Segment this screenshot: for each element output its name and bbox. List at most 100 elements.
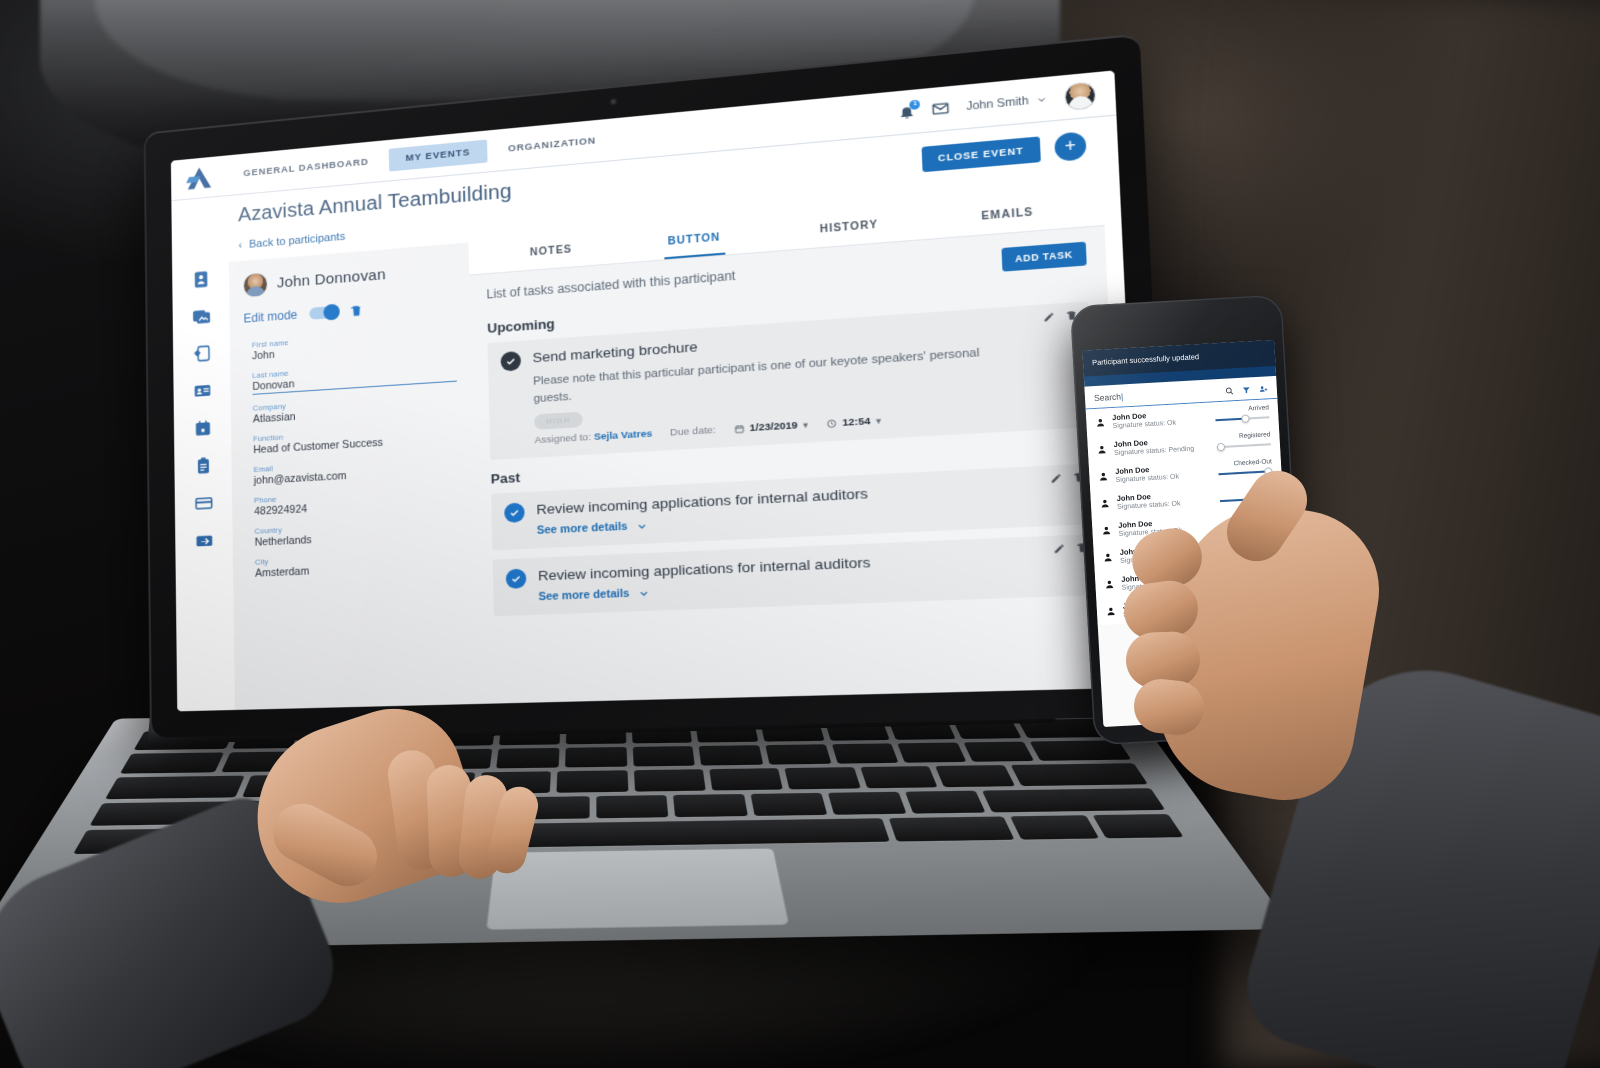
slider-knob[interactable]	[1217, 442, 1226, 452]
key[interactable]	[73, 828, 166, 855]
azavista-logo-icon[interactable]	[171, 163, 228, 193]
key[interactable]	[935, 765, 1015, 787]
mail-icon[interactable]	[932, 100, 950, 117]
key[interactable]	[274, 799, 355, 823]
key[interactable]	[160, 827, 251, 853]
status-slider[interactable]	[1216, 440, 1271, 452]
nav-tab-my-events[interactable]: MY EVENTS	[388, 139, 488, 172]
task-complete-checkbox[interactable]	[500, 350, 522, 372]
key[interactable]	[897, 742, 967, 763]
key[interactable]	[751, 792, 828, 816]
key[interactable]	[496, 747, 560, 769]
nav-tab-general-dashboard[interactable]: GENERAL DASHBOARD	[227, 149, 385, 186]
edit-pencil-icon[interactable]	[1050, 473, 1063, 485]
status-slider[interactable]	[1218, 467, 1273, 478]
key[interactable]	[321, 773, 399, 796]
key[interactable]	[242, 774, 322, 798]
key[interactable]	[1010, 763, 1148, 786]
edit-pencil-icon[interactable]	[1053, 543, 1066, 555]
status-slider[interactable]	[1221, 521, 1276, 532]
share-export-icon[interactable]	[194, 531, 213, 551]
key[interactable]	[963, 741, 1034, 763]
field-city[interactable]: City Amsterdam	[255, 549, 461, 580]
key[interactable]	[673, 793, 749, 818]
clipboard-icon[interactable]	[193, 456, 212, 476]
nav-tab-organization[interactable]: ORGANIZATION	[491, 128, 614, 163]
task-complete-checkbox[interactable]	[505, 568, 527, 590]
tab-notes[interactable]: NOTES	[525, 234, 577, 271]
slider-knob[interactable]	[1249, 576, 1259, 585]
key[interactable]	[828, 791, 907, 815]
edit-pencil-icon[interactable]	[1043, 311, 1056, 323]
status-slider[interactable]	[1215, 413, 1270, 424]
user-menu[interactable]: John Smith	[966, 92, 1048, 113]
key[interactable]	[982, 787, 1166, 813]
key[interactable]	[556, 770, 628, 793]
key[interactable]	[709, 768, 784, 791]
key[interactable]	[427, 748, 493, 770]
trackpad[interactable]	[485, 847, 789, 931]
task-complete-checkbox[interactable]	[504, 502, 525, 524]
avatar[interactable]	[1063, 80, 1097, 112]
slider-knob[interactable]	[1251, 603, 1260, 612]
key[interactable]	[119, 752, 224, 774]
field-phone[interactable]: Phone 482924924	[254, 485, 460, 518]
contact-card-icon[interactable]	[191, 270, 210, 290]
due-date-picker[interactable]: 1/23/2019 ▾	[734, 419, 808, 435]
field-company[interactable]: Company Atlassian	[253, 391, 458, 426]
key[interactable]	[1009, 815, 1099, 840]
key[interactable]	[905, 790, 986, 814]
key[interactable]	[888, 816, 1015, 842]
key[interactable]	[515, 795, 590, 820]
status-slider[interactable]	[1224, 575, 1279, 586]
field-country[interactable]: Country Netherlands	[254, 517, 460, 548]
key[interactable]	[355, 798, 433, 822]
field-last-name[interactable]: Last name Donovan	[252, 357, 457, 395]
search-input[interactable]: Search|	[1094, 386, 1217, 403]
key[interactable]	[248, 825, 375, 852]
delete-participant-icon[interactable]	[350, 303, 363, 317]
due-time-picker[interactable]: 12:54 ▾	[826, 415, 881, 430]
key[interactable]	[358, 749, 426, 771]
key[interactable]	[784, 767, 861, 790]
tab-button[interactable]: BUTTON	[662, 221, 726, 260]
key[interactable]	[435, 797, 512, 821]
edit-mode-toggle[interactable]	[309, 305, 338, 320]
key[interactable]	[633, 769, 706, 792]
tab-history[interactable]: HISTORY	[815, 208, 884, 247]
slider-knob[interactable]	[1240, 414, 1250, 423]
key[interactable]	[478, 771, 551, 794]
field-email[interactable]: Email john@azavista.com	[254, 454, 459, 487]
status-slider[interactable]	[1219, 494, 1274, 505]
spacebar-key[interactable]	[375, 818, 890, 850]
photos-icon[interactable]	[192, 307, 211, 327]
key[interactable]	[220, 751, 291, 773]
filter-icon[interactable]	[1242, 385, 1251, 394]
key[interactable]	[595, 794, 669, 819]
bell-icon[interactable]: 1	[898, 99, 921, 120]
key[interactable]	[105, 775, 245, 799]
slider-knob[interactable]	[1263, 467, 1273, 476]
key[interactable]	[399, 772, 475, 795]
add-person-icon[interactable]	[1259, 384, 1268, 393]
slider-knob[interactable]	[1246, 522, 1256, 531]
id-badge-icon[interactable]	[193, 381, 212, 401]
key[interactable]	[698, 745, 764, 766]
tab-emails[interactable]: EMAILS	[976, 196, 1039, 235]
settings-panel-icon[interactable]	[192, 344, 211, 364]
add-button[interactable]: +	[1054, 131, 1087, 162]
key[interactable]	[632, 746, 696, 767]
payment-card-icon[interactable]	[194, 493, 213, 513]
field-first-name[interactable]: First name John	[252, 326, 456, 362]
key[interactable]	[831, 743, 899, 764]
slider-knob[interactable]	[1245, 495, 1254, 504]
key[interactable]	[765, 744, 832, 765]
qr-scan-icon[interactable]	[1183, 682, 1213, 713]
status-slider[interactable]	[1222, 548, 1277, 559]
calendar-icon[interactable]	[193, 418, 212, 438]
add-task-button[interactable]: ADD TASK	[1001, 241, 1087, 272]
key[interactable]	[564, 747, 627, 768]
key[interactable]	[1092, 813, 1184, 839]
field-function[interactable]: Function Head of Customer Success	[253, 422, 458, 457]
search-icon[interactable]	[1225, 386, 1234, 395]
